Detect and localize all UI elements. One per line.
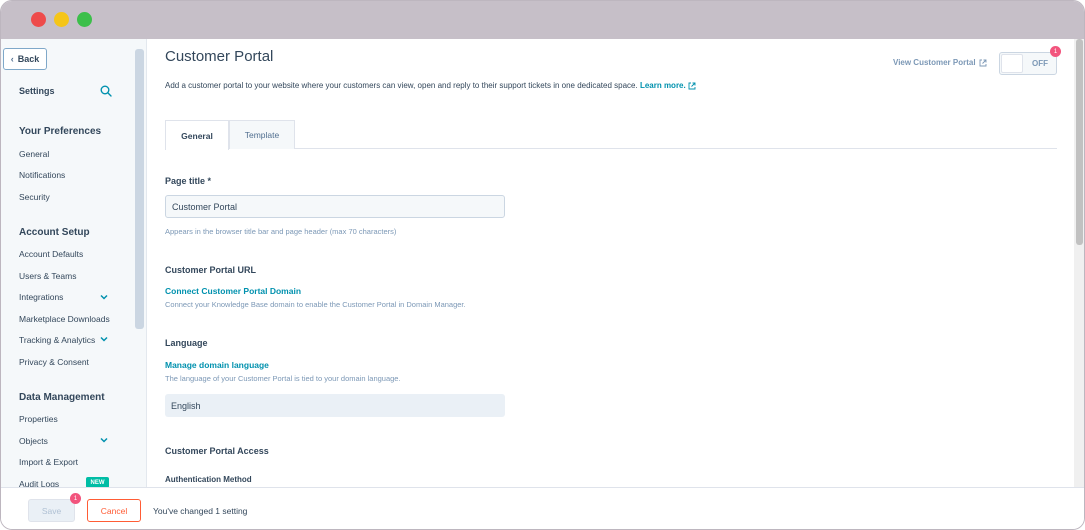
authentication-method-label: Authentication Method: [165, 475, 252, 484]
chevron-down-icon[interactable]: [99, 435, 109, 445]
chevron-down-icon[interactable]: [99, 292, 109, 302]
toggle-label: OFF: [1032, 59, 1048, 68]
manage-domain-language-link[interactable]: Manage domain language: [165, 360, 269, 370]
connect-domain-link[interactable]: Connect Customer Portal Domain: [165, 286, 301, 296]
main-content: Customer Portal Add a customer portal to…: [147, 39, 1074, 487]
back-button[interactable]: ‹ Back: [3, 48, 47, 70]
learn-more-link[interactable]: Learn more.: [640, 81, 686, 90]
language-label: Language: [165, 338, 208, 348]
page-title: Customer Portal: [165, 48, 274, 65]
sidebar-item-integrations[interactable]: Integrations: [19, 292, 63, 302]
sidebar-item-users-teams[interactable]: Users & Teams: [19, 271, 76, 281]
save-count-badge: 1: [70, 493, 81, 504]
section-data-management: Data Management: [19, 392, 105, 403]
language-help: The language of your Customer Portal is …: [165, 374, 401, 383]
portal-url-label: Customer Portal URL: [165, 265, 257, 275]
toggle-knob: [1001, 54, 1023, 73]
page-description: Add a customer portal to your website wh…: [165, 81, 696, 90]
language-select[interactable]: English: [165, 394, 505, 417]
chevron-down-icon[interactable]: [99, 334, 109, 344]
sidebar-item-import-export[interactable]: Import & Export: [19, 457, 78, 467]
tab-general[interactable]: General: [165, 120, 229, 150]
section-account-setup: Account Setup: [19, 227, 90, 238]
new-badge: NEW: [86, 477, 109, 487]
page-title-label: Page title *: [165, 176, 212, 186]
main-scrollbar-thumb[interactable]: [1076, 39, 1083, 245]
search-icon[interactable]: [100, 85, 112, 97]
external-link-icon: [979, 59, 986, 66]
save-button[interactable]: Save: [28, 499, 75, 522]
sidebar-item-security[interactable]: Security: [19, 192, 50, 202]
portal-access-label: Customer Portal Access: [165, 446, 269, 456]
sidebar-item-marketplace-downloads[interactable]: Marketplace Downloads: [19, 314, 110, 324]
view-customer-portal-label: View Customer Portal: [893, 58, 976, 67]
cancel-button[interactable]: Cancel: [87, 499, 141, 522]
minimize-window-button[interactable]: [54, 12, 69, 27]
app-window: ‹ Back Settings Your Preferences General…: [0, 0, 1085, 530]
tab-bar: General Template: [165, 120, 1057, 150]
changes-message: You've changed 1 setting: [153, 506, 248, 516]
maximize-window-button[interactable]: [77, 12, 92, 27]
settings-sidebar: ‹ Back Settings Your Preferences General…: [1, 39, 147, 487]
portal-url-help: Connect your Knowledge Base domain to en…: [165, 300, 466, 309]
tab-template[interactable]: Template: [229, 120, 295, 149]
sidebar-scrollbar[interactable]: [135, 49, 144, 329]
sidebar-item-properties[interactable]: Properties: [19, 414, 58, 424]
window-titlebar: [1, 1, 1084, 39]
toggle-count-badge: 1: [1050, 46, 1061, 57]
settings-heading: Settings: [19, 86, 55, 96]
page-title-input[interactable]: Customer Portal: [165, 195, 505, 218]
view-customer-portal-link[interactable]: View Customer Portal: [893, 58, 987, 67]
chevron-left-icon: ‹: [10, 54, 14, 64]
close-window-button[interactable]: [31, 12, 46, 27]
sidebar-item-privacy-consent[interactable]: Privacy & Consent: [19, 357, 89, 367]
main-scrollbar[interactable]: [1074, 39, 1084, 487]
sidebar-item-audit-logs[interactable]: Audit Logs: [19, 479, 59, 487]
sidebar-item-tracking-analytics[interactable]: Tracking & Analytics: [19, 335, 95, 345]
sidebar-item-objects[interactable]: Objects: [19, 436, 48, 446]
portal-toggle[interactable]: OFF: [999, 52, 1057, 75]
external-link-icon: [688, 82, 696, 90]
page-title-help: Appears in the browser title bar and pag…: [165, 227, 397, 236]
save-bar: Save 1 Cancel You've changed 1 setting: [1, 487, 1084, 529]
section-your-preferences: Your Preferences: [19, 126, 102, 137]
sidebar-item-general[interactable]: General: [19, 149, 49, 159]
sidebar-item-notifications[interactable]: Notifications: [19, 170, 65, 180]
back-button-label: Back: [17, 54, 40, 64]
sidebar-item-account-defaults[interactable]: Account Defaults: [19, 249, 83, 259]
page-description-text: Add a customer portal to your website wh…: [165, 81, 638, 90]
